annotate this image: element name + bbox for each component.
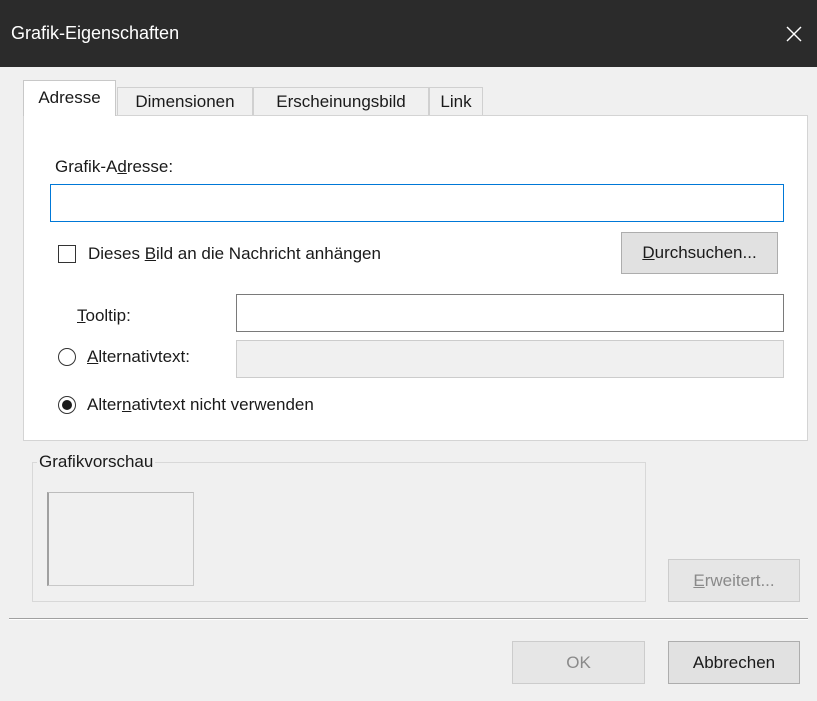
tab-label: Adresse	[38, 88, 101, 107]
ok-button[interactable]: OK	[512, 641, 645, 684]
tab-label: Erscheinungsbild	[276, 92, 406, 111]
browse-label: urchsuchen...	[654, 243, 757, 262]
tab-adresse[interactable]: Adresse	[23, 80, 116, 116]
tab-link[interactable]: Link	[429, 87, 483, 115]
attach-image-checkbox[interactable]	[58, 245, 76, 263]
image-preview-group-label: Grafikvorschau	[37, 452, 156, 472]
advanced-label: rweitert...	[704, 570, 775, 590]
ok-label: OK	[566, 652, 591, 672]
tab-erscheinungsbild[interactable]: Erscheinungsbild	[253, 87, 429, 115]
tab-label: Link	[440, 92, 472, 111]
attach-image-label[interactable]: Dieses Bild an die Nachricht anhängen	[88, 244, 381, 264]
cancel-button[interactable]: Abbrechen	[668, 641, 800, 684]
alt-text-radio[interactable]	[58, 348, 76, 366]
close-button[interactable]	[771, 0, 817, 67]
browse-mnemonic: D	[642, 243, 655, 262]
tooltip-input[interactable]	[236, 294, 784, 332]
tab-label: Dimensionen	[135, 92, 235, 111]
advanced-button[interactable]: Erweitert...	[668, 559, 800, 602]
cancel-label: Abbrechen	[692, 652, 776, 672]
close-icon	[786, 26, 802, 41]
image-address-label: Grafik-Adresse:	[55, 157, 174, 176]
tab-dimensionen[interactable]: Dimensionen	[117, 87, 253, 115]
tooltip-label: Tooltip:	[77, 306, 131, 325]
no-alt-text-label[interactable]: Alternativtext nicht verwenden	[87, 395, 314, 415]
alt-text-label[interactable]: Alternativtext:	[87, 347, 190, 367]
image-address-input[interactable]	[50, 184, 784, 222]
advanced-mnemonic: E	[693, 570, 705, 590]
no-alt-text-radio[interactable]	[58, 396, 76, 414]
radio-selected-dot	[62, 400, 72, 410]
alt-text-input[interactable]	[236, 340, 784, 378]
window-title: Grafik-Eigenschaften	[11, 23, 180, 43]
image-preview-area	[47, 492, 194, 586]
footer-separator	[9, 618, 808, 620]
title-bar: Grafik-Eigenschaften	[0, 0, 817, 67]
browse-button[interactable]: Durchsuchen...	[621, 232, 778, 274]
